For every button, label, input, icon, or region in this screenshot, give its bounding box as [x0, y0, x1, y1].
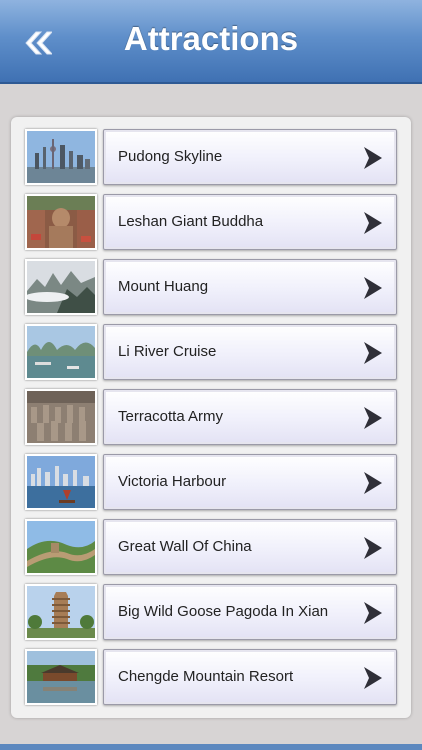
list-item[interactable]: Chengde Mountain Resort [25, 649, 397, 705]
li-river-cruise-thumbnail [25, 324, 97, 380]
attraction-label: Terracotta Army [118, 408, 224, 425]
attraction-button[interactable]: Great Wall Of China [103, 519, 397, 575]
pudong-skyline-thumbnail [25, 129, 97, 185]
attraction-label: Li River Cruise [118, 343, 217, 360]
leshan-giant-buddha-thumbnail [25, 194, 97, 250]
list-item[interactable]: Li River Cruise [25, 324, 397, 380]
page-title: Attractions [123, 20, 299, 57]
attraction-button[interactable]: Mount Huang [103, 259, 397, 315]
list-item[interactable]: Leshan Giant Buddha [25, 194, 397, 250]
chevron-right-icon [364, 277, 382, 299]
big-wild-goose-pagoda-thumbnail [25, 584, 97, 640]
list-item[interactable]: Terracotta Army [25, 389, 397, 445]
attraction-button[interactable]: Pudong Skyline [103, 129, 397, 185]
list-item[interactable]: Victoria Harbour [25, 454, 397, 510]
attraction-label: Great Wall Of China [118, 538, 252, 555]
chevron-right-icon [364, 667, 382, 689]
chevron-right-icon [364, 212, 382, 234]
great-wall-thumbnail [25, 519, 97, 575]
attraction-button[interactable]: Terracotta Army [103, 389, 397, 445]
chevron-right-icon [364, 472, 382, 494]
chevron-right-icon [364, 147, 382, 169]
list-item[interactable]: Pudong Skyline [25, 129, 397, 185]
attraction-button[interactable]: Leshan Giant Buddha [103, 194, 397, 250]
attraction-label: Big Wild Goose Pagoda In Xian [118, 603, 329, 620]
victoria-harbour-thumbnail [25, 454, 97, 510]
list-item[interactable]: Big Wild Goose Pagoda In Xian [25, 584, 397, 640]
chevron-right-icon [364, 537, 382, 559]
attraction-label: Mount Huang [118, 278, 209, 295]
attraction-label: Leshan Giant Buddha [118, 213, 264, 230]
attraction-button[interactable]: Li River Cruise [103, 324, 397, 380]
list-item[interactable]: Great Wall Of China [25, 519, 397, 575]
chevron-right-icon [364, 407, 382, 429]
attraction-label: Chengde Mountain Resort [118, 668, 294, 685]
attraction-label: Victoria Harbour [118, 473, 227, 490]
list-item[interactable]: Mount Huang [25, 259, 397, 315]
navigation-bar: Attractions [0, 0, 422, 84]
attraction-button[interactable]: Chengde Mountain Resort [103, 649, 397, 705]
attraction-label: Pudong Skyline [118, 148, 223, 165]
mount-huang-thumbnail [25, 259, 97, 315]
attraction-button[interactable]: Victoria Harbour [103, 454, 397, 510]
terracotta-army-thumbnail [25, 389, 97, 445]
chengde-mountain-resort-thumbnail [25, 649, 97, 705]
chevron-right-icon [364, 602, 382, 624]
attraction-button[interactable]: Big Wild Goose Pagoda In Xian [103, 584, 397, 640]
chevron-right-icon [364, 342, 382, 364]
attractions-list: Pudong Skyline Leshan Giant Buddha Mount… [11, 117, 411, 718]
bottom-bar [0, 744, 422, 750]
